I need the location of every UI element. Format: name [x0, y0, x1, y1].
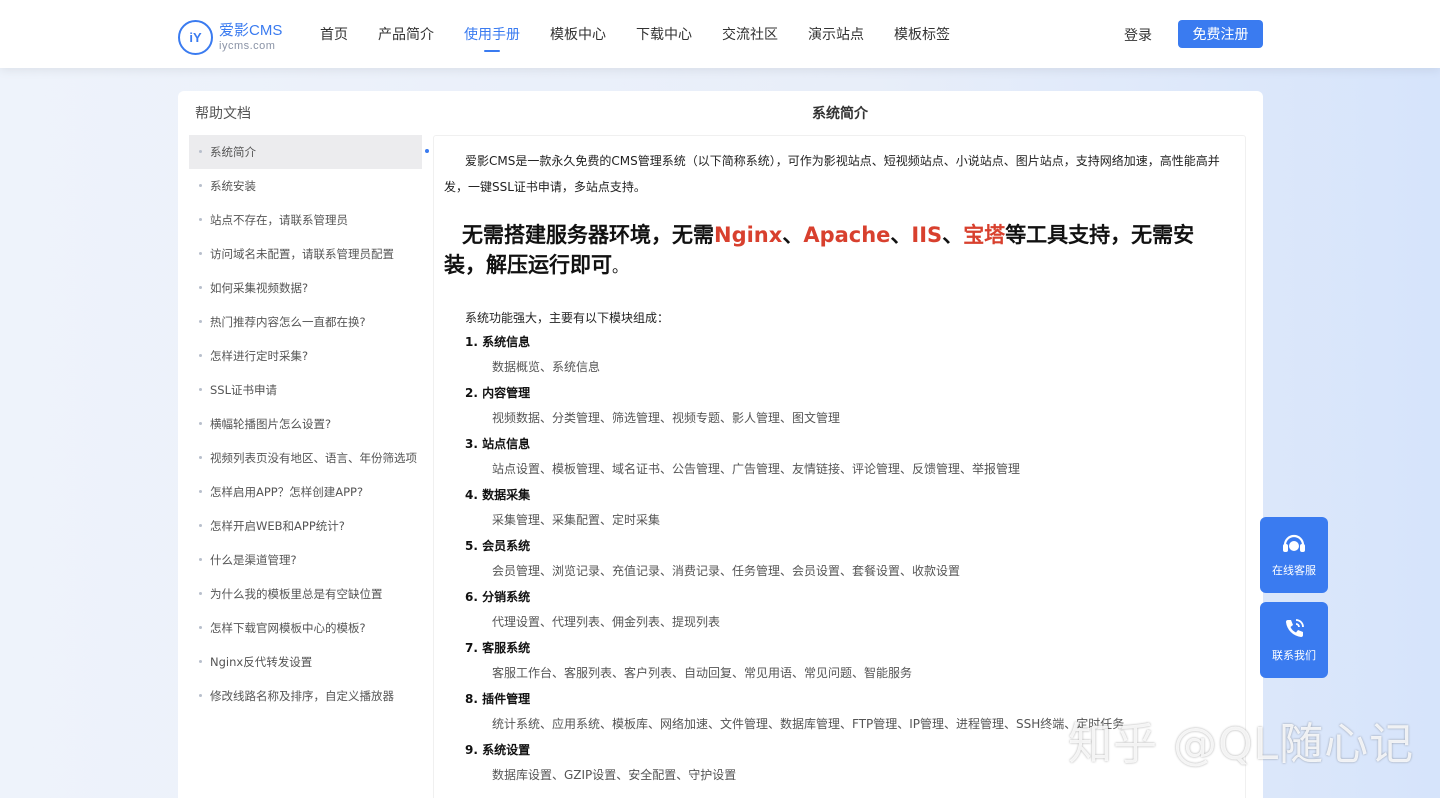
module-title: 4. 数据采集 [465, 488, 531, 502]
sidebar-item-domain-unconfigured[interactable]: 访问域名未配置，请联系管理员配置 [189, 237, 422, 271]
sidebar-list: 系统简介 系统安装 站点不存在，请联系管理员 访问域名未配置，请联系管理员配置 … [189, 135, 422, 713]
module-title: 7. 客服系统 [465, 641, 531, 655]
nav-download[interactable]: 下载中心 [621, 0, 707, 68]
register-button[interactable]: 免费注册 [1178, 20, 1263, 48]
list-item: 2. 内容管理视频数据、分类管理、筛选管理、视频专题、影人管理、图文管理 [465, 385, 1245, 436]
online-service-button[interactable]: 在线客服 [1260, 517, 1328, 593]
module-title: 8. 插件管理 [465, 692, 531, 706]
list-item: 4. 数据采集采集管理、采集配置、定时采集 [465, 487, 1245, 538]
login-link[interactable]: 登录 [1124, 25, 1152, 45]
module-title: 6. 分销系统 [465, 590, 531, 604]
nav-home[interactable]: 首页 [305, 0, 363, 68]
scroll-indicator [425, 149, 429, 153]
sidebar-item-template-gaps[interactable]: 为什么我的模板里总是有空缺位置 [189, 577, 422, 611]
nav-manual[interactable]: 使用手册 [449, 0, 535, 68]
watermark: 知乎 @QL随心记 [1068, 719, 1415, 770]
sidebar-item-video-filters[interactable]: 视频列表页没有地区、语言、年份筛选项 [189, 441, 422, 475]
sidebar-item-collect-video[interactable]: 如何采集视频数据? [189, 271, 422, 305]
intro-paragraph: 爱影CMS是一款永久免费的CMS管理系统（以下简称系统），可作为影视站点、短视频… [444, 154, 1220, 194]
headline: 无需搭建服务器环境，无需Nginx、Apache、IIS、宝塔等工具支持，无需安… [444, 223, 1195, 277]
module-desc: 站点设置、模板管理、域名证书、公告管理、广告管理、友情链接、评论管理、反馈管理、… [492, 462, 1021, 476]
sidebar-item-install[interactable]: 系统安装 [189, 169, 422, 203]
list-item: 6. 分销系统代理设置、代理列表、佣金列表、提现列表 [465, 589, 1245, 640]
module-desc: 客服工作台、客服列表、客户列表、自动回复、常见用语、常见问题、智能服务 [492, 666, 913, 680]
headline-baota: 宝塔 [963, 223, 1006, 247]
module-title: 5. 会员系统 [465, 539, 531, 553]
sidebar-item-nginx-proxy[interactable]: Nginx反代转发设置 [189, 645, 422, 679]
nav-template-tags[interactable]: 模板标签 [879, 0, 965, 68]
sidebar-item-channel[interactable]: 什么是渠道管理? [189, 543, 422, 577]
list-item: 1. 系统信息数据概览、系统信息 [465, 334, 1245, 385]
doc-content: 爱影CMS是一款永久免费的CMS管理系统（以下简称系统），可作为影视站点、短视频… [433, 135, 1246, 798]
logo-domain: iycms.com [219, 40, 276, 52]
sidebar-item-player[interactable]: 修改线路名称及排序，自定义播放器 [189, 679, 422, 713]
contact-us-label: 联系我们 [1272, 649, 1316, 662]
module-desc: 视频数据、分类管理、筛选管理、视频专题、影人管理、图文管理 [492, 411, 841, 425]
headset-icon [1283, 534, 1305, 552]
module-title: 3. 站点信息 [465, 437, 531, 451]
module-title: 2. 内容管理 [465, 386, 531, 400]
headline-iis: IIS [911, 223, 943, 247]
sidebar-item-scheduled-collect[interactable]: 怎样进行定时采集? [189, 339, 422, 373]
nav-community[interactable]: 交流社区 [707, 0, 793, 68]
module-desc: 数据概览、系统信息 [492, 360, 601, 374]
module-desc: 代理设置、代理列表、佣金列表、提现列表 [492, 615, 721, 629]
docs-card: 帮助文档 系统简介 系统简介 系统安装 站点不存在，请联系管理员 访问域名未配置… [178, 91, 1263, 798]
module-desc: 会员管理、浏览记录、充值记录、消费记录、任务管理、会员设置、套餐设置、收款设置 [492, 564, 961, 578]
online-service-label: 在线客服 [1272, 564, 1316, 577]
headline-nginx: Nginx [714, 223, 783, 247]
sidebar-item-intro[interactable]: 系统简介 [189, 135, 422, 169]
list-item: 7. 客服系统客服工作台、客服列表、客户列表、自动回复、常见用语、常见问题、智能… [465, 640, 1245, 691]
features-intro: 系统功能强大，主要有以下模块组成： [465, 311, 670, 325]
logo-name: 爱影CMS [219, 22, 283, 39]
sidebar-title: 帮助文档 [195, 106, 251, 122]
module-desc: 采集管理、采集配置、定时采集 [492, 513, 661, 527]
sidebar-item-banner[interactable]: 横幅轮播图片怎么设置? [189, 407, 422, 441]
sidebar-item-ssl[interactable]: SSL证书申请 [189, 373, 422, 407]
page-title: 系统简介 [812, 106, 868, 122]
module-title: 1. 系统信息 [465, 335, 531, 349]
nav-templates[interactable]: 模板中心 [535, 0, 621, 68]
nav-demo[interactable]: 演示站点 [793, 0, 879, 68]
phone-icon [1286, 619, 1304, 637]
list-item: 5. 会员系统会员管理、浏览记录、充值记录、消费记录、任务管理、会员设置、套餐设… [465, 538, 1245, 589]
nav-product[interactable]: 产品简介 [363, 0, 449, 68]
contact-us-button[interactable]: 联系我们 [1260, 602, 1328, 678]
site-logo[interactable]: iY 爱影CMS iycms.com [178, 20, 282, 55]
logo-icon: iY [178, 20, 213, 55]
sidebar-item-site-missing[interactable]: 站点不存在，请联系管理员 [189, 203, 422, 237]
sidebar-item-download-template[interactable]: 怎样下载官网模板中心的模板? [189, 611, 422, 645]
main-nav: 首页 产品简介 使用手册 模板中心 下载中心 交流社区 演示站点 模板标签 [305, 0, 965, 68]
sidebar-item-stats[interactable]: 怎样开启WEB和APP统计? [189, 509, 422, 543]
sidebar-item-hot-recommend[interactable]: 热门推荐内容怎么一直都在换? [189, 305, 422, 339]
list-item: 3. 站点信息站点设置、模板管理、域名证书、公告管理、广告管理、友情链接、评论管… [465, 436, 1245, 487]
sidebar-item-app[interactable]: 怎样启用APP？怎样创建APP? [189, 475, 422, 509]
top-header: iY 爱影CMS iycms.com 首页 产品简介 使用手册 模板中心 下载中… [0, 0, 1440, 68]
headline-apache: Apache [803, 223, 891, 247]
